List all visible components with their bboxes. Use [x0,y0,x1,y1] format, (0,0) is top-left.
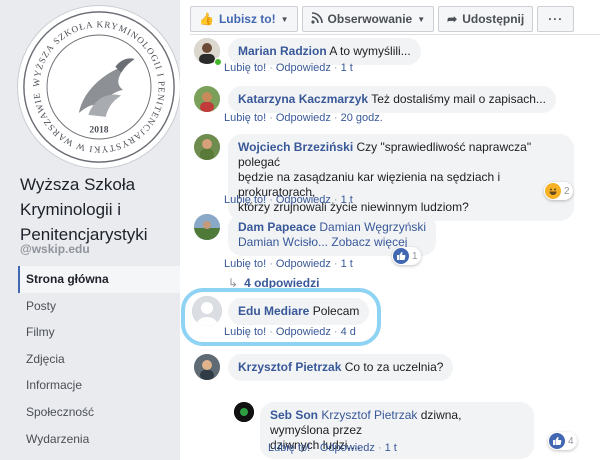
timestamp[interactable]: 1 t [385,442,397,454]
nav-item-about[interactable]: Informacje [18,372,180,399]
page-handle[interactable]: @wskip.edu [20,242,90,256]
timestamp[interactable]: 20 godz. [341,112,383,124]
like-comment-link[interactable]: Lubię to! [224,112,266,124]
reply-link[interactable]: Odpowiedz [276,112,331,124]
timestamp[interactable]: 1 t [341,62,353,74]
comment-author[interactable]: Dam Papeace [238,220,316,234]
comment-author[interactable]: Seb Son [270,408,318,422]
replies-count: 4 odpowiedzi [244,276,320,290]
reply-link[interactable]: Odpowiedz [320,442,375,454]
nav-item-videos[interactable]: Filmy [18,319,180,346]
comment-text: Też dostaliśmy mail o zapisach... [371,92,546,106]
reply-link[interactable]: Odpowiedz [276,62,331,74]
nav-item-posts[interactable]: Posty [18,293,180,320]
share-arrow-icon: ➦ [447,12,458,26]
thumbs-up-icon [393,248,409,264]
rss-icon [310,11,323,27]
divider [190,34,600,35]
avatar[interactable] [192,296,222,326]
avatar[interactable] [194,354,220,380]
more-options-button[interactable]: ··· [537,6,575,32]
nav-item-home[interactable]: Strona główna [18,266,180,293]
like-comment-link[interactable]: Lubię to! [224,194,266,206]
page-nav: Strona główna Posty Filmy Zdjęcia Inform… [18,266,180,452]
like-comment-link[interactable]: Lubię to! [224,326,266,338]
avatar[interactable] [234,402,254,422]
like-comment-link[interactable]: Lubię to! [268,442,310,454]
reply-link[interactable]: Odpowiedz [276,326,331,338]
comment-meta: Lubię to! · Odpowiedz · 1 t [268,442,397,454]
nav-item-events[interactable]: Wydarzenia [18,426,180,453]
comment-text: Co to za uczelnia? [344,360,444,374]
reaction-count[interactable]: 2 [544,182,573,200]
comment-meta: Lubię to! · Odpowiedz · 20 godz. [224,112,383,124]
comment-author[interactable]: Katarzyna Kaczmarzyk [238,92,368,106]
nav-item-community[interactable]: Społeczność [18,399,180,426]
follow-button[interactable]: Obserwowanie ▼ [301,6,435,32]
seal-year: 2018 [89,124,108,135]
comment-meta: Lubię to! · Odpowiedz · 1 t [224,194,353,206]
avatar[interactable] [194,214,220,240]
reply-arrow-icon: ↳ [228,276,239,290]
university-seal-icon: WYŻSZA SZKOŁA KRYMINOLOGII I PENITENCJAR… [23,11,175,163]
tagged-user[interactable]: Damian Węgrzyński [319,220,426,234]
reaction-count[interactable]: 1 [392,247,421,265]
view-replies-link[interactable]: ↳ 4 odpowiedzi [228,276,319,290]
reaction-number: 2 [564,185,570,197]
chevron-down-icon: ▼ [417,14,426,24]
like-comment-link[interactable]: Lubię to! [224,258,266,270]
comment-meta: Lubię to! · Odpowiedz · 4 d [224,326,356,338]
like-comment-link[interactable]: Lubię to! [224,62,266,74]
comment-author[interactable]: Wojciech Brzeziński [238,140,353,154]
comment-bubble: Katarzyna Kaczmarzyk Też dostaliśmy mail… [228,86,556,113]
haha-reaction-icon [545,183,561,199]
follow-label: Obserwowanie [327,12,413,26]
tagged-user[interactable]: Damian Wcisło... [238,235,328,249]
online-status-icon [214,58,222,66]
comment-meta: Lubię to! · Odpowiedz · 1 t [224,62,353,74]
timestamp[interactable]: 4 d [341,326,356,338]
page-sidebar: WYŻSZA SZKOŁA KRYMINOLOGII I PENITENCJAR… [0,0,180,460]
reply-link[interactable]: Odpowiedz [276,194,331,206]
comment-bubble: Marian Radzion A to wymyślili... [228,38,421,65]
like-page-button[interactable]: 👍 Lubisz to! ▼ [190,6,298,32]
comment-text: Polecam [312,304,360,318]
post-comments-panel: 👍 Lubisz to! ▼ Obserwowanie ▼ ➦ Udostępn… [180,0,600,460]
comment-author[interactable]: Marian Radzion [238,44,327,58]
reaction-count[interactable]: 4 [548,432,577,450]
like-page-label: Lubisz to! [218,12,276,26]
share-button[interactable]: ➦ Udostępnij [438,6,534,32]
comment-text: A to wymyślili... [329,44,411,58]
share-label: Udostępnij [462,12,525,26]
thumbs-up-icon: 👍 [199,12,214,26]
reaction-number: 4 [568,435,574,447]
post-action-bar: 👍 Lubisz to! ▼ Obserwowanie ▼ ➦ Udostępn… [190,6,575,32]
comment-bubble: Edu Mediare Polecam [228,298,370,325]
comment-author[interactable]: Krzysztof Pietrzak [238,360,341,374]
timestamp[interactable]: 1 t [341,194,353,206]
page-name[interactable]: Wyższa Szkoła Kryminologii i Penitencjar… [20,172,180,247]
reply-link[interactable]: Odpowiedz [276,258,331,270]
comment-bubble: Wojciech Brzeziński Czy "sprawiedliwość … [228,134,574,221]
thumbs-up-icon [549,433,565,449]
avatar[interactable] [194,86,220,112]
comment-author[interactable]: Edu Mediare [238,304,309,318]
timestamp[interactable]: 1 t [341,258,353,270]
comment-bubble: Krzysztof Pietrzak Co to za uczelnia? [228,354,454,381]
page-logo[interactable]: WYŻSZA SZKOŁA KRYMINOLOGII I PENITENCJAR… [18,6,180,168]
comment-meta: Lubię to! · Odpowiedz · 1 t [224,258,353,270]
avatar[interactable] [194,134,220,160]
nav-item-photos[interactable]: Zdjęcia [18,346,180,373]
chevron-down-icon: ▼ [280,14,289,24]
tagged-user[interactable]: Krzysztof Pietrzak [321,408,417,422]
reaction-number: 1 [412,250,418,262]
see-more-link[interactable]: Zobacz więcej [331,235,407,249]
